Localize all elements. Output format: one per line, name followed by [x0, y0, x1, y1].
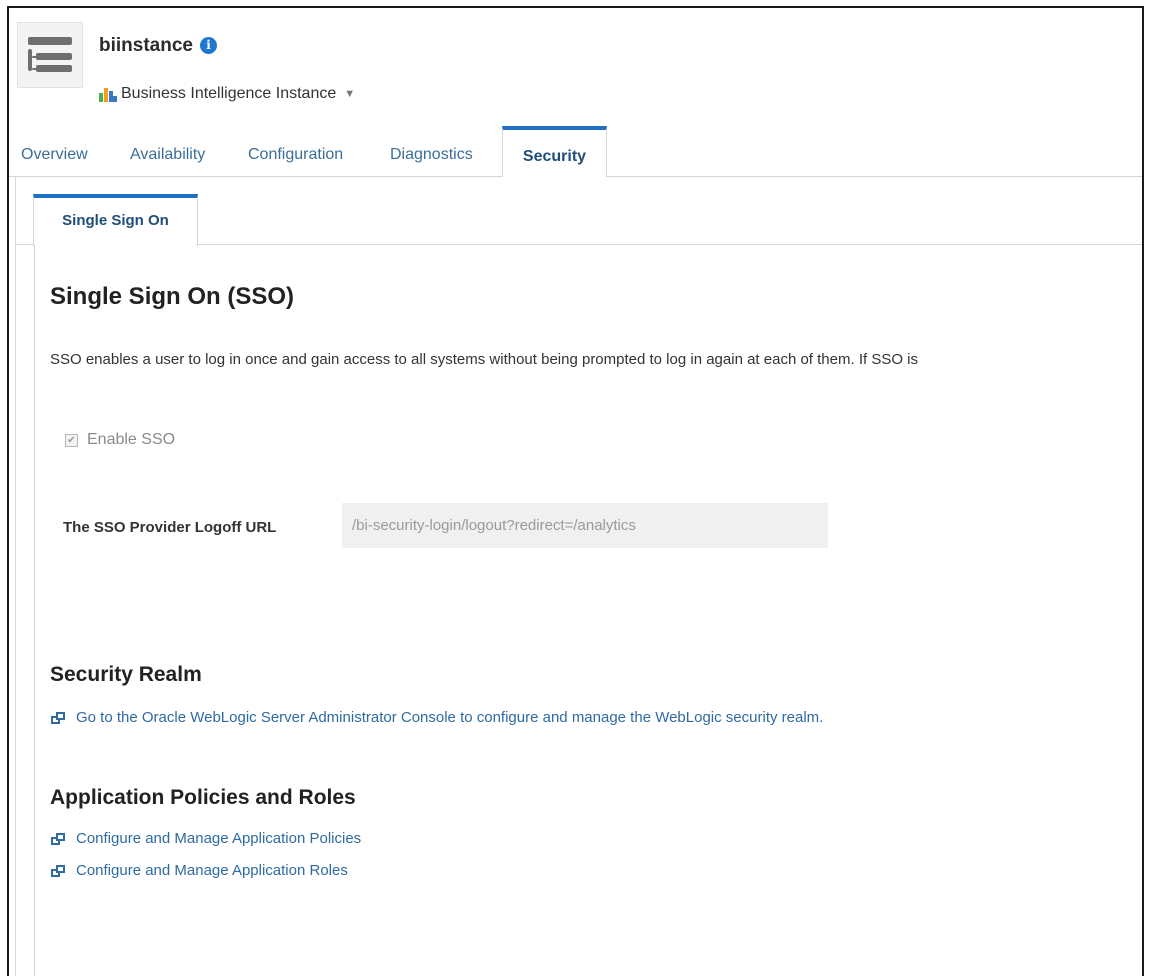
app-policies-link-text: Configure and Manage Application Policie… — [76, 830, 362, 847]
instance-tree-icon — [17, 22, 83, 88]
external-link-icon — [51, 832, 65, 845]
logoff-url-input[interactable] — [342, 503, 828, 548]
instance-type-label: Business Intelligence Instance — [121, 85, 337, 102]
chevron-down-icon[interactable]: ▼ — [344, 88, 355, 100]
external-link-icon — [51, 864, 65, 877]
app-policies-title: Application Policies and Roles — [50, 786, 356, 809]
weblogic-console-link[interactable]: Go to the Oracle WebLogic Server Adminis… — [51, 709, 823, 726]
enable-sso-checkbox[interactable]: ✔ — [65, 433, 78, 447]
bi-instance-icon — [99, 85, 117, 103]
instance-name-text: biinstance — [99, 35, 193, 56]
window-frame: biinstance i Business Intelligence Instan… — [7, 6, 1144, 976]
app-roles-link-text: Configure and Manage Application Roles — [76, 862, 348, 879]
app-policies-link[interactable]: Configure and Manage Application Policie… — [51, 830, 361, 847]
sub-tabs: Single Sign On — [16, 177, 1142, 246]
instance-type-menu[interactable]: Business Intelligence Instance ▼ — [99, 85, 355, 103]
tab-overview[interactable]: Overview — [21, 126, 88, 177]
tab-configuration[interactable]: Configuration — [248, 126, 343, 177]
enable-sso-label: Enable SSO — [87, 431, 176, 448]
sso-title: Single Sign On (SSO) — [50, 283, 295, 310]
tab-security[interactable]: Security — [502, 126, 607, 178]
sso-description: SSO enables a user to log in once and ga… — [50, 351, 918, 368]
subtab-single-sign-on[interactable]: Single Sign On — [33, 194, 198, 246]
enable-sso-row: ✔ Enable SSO — [65, 431, 175, 449]
security-panel: Single Sign On Single Sign On (SSO) SSO … — [15, 177, 1142, 976]
main-tabs: Overview Availability Configuration Diag… — [9, 126, 1142, 178]
app-roles-link[interactable]: Configure and Manage Application Roles — [51, 862, 348, 879]
sso-content: Single Sign On (SSO) SSO enables a user … — [34, 245, 1142, 976]
info-icon[interactable]: i — [199, 37, 217, 54]
weblogic-console-link-text: Go to the Oracle WebLogic Server Adminis… — [76, 709, 824, 726]
external-link-icon — [51, 711, 65, 724]
tab-availability[interactable]: Availability — [130, 126, 205, 177]
instance-name: biinstance i — [99, 35, 217, 57]
security-realm-title: Security Realm — [50, 663, 202, 686]
logoff-url-label: The SSO Provider Logoff URL — [63, 519, 277, 536]
tab-diagnostics[interactable]: Diagnostics — [390, 126, 473, 177]
